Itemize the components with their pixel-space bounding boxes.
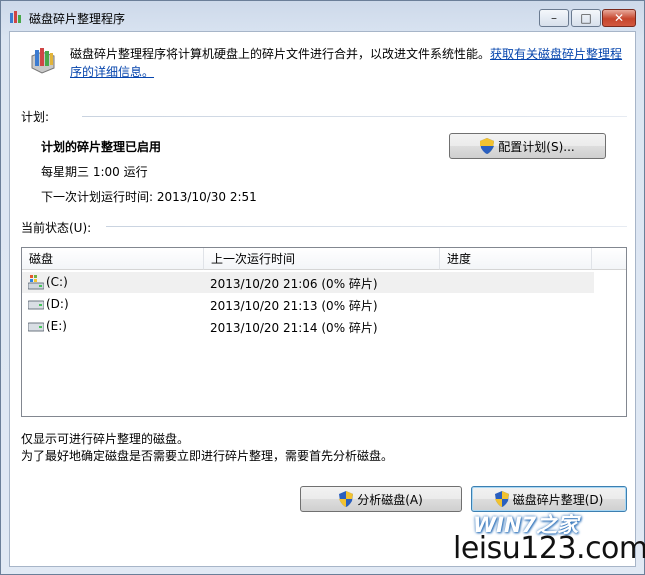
- minimize-button[interactable]: –: [539, 9, 569, 27]
- drive-icon: [28, 322, 44, 332]
- close-button[interactable]: ✕: [602, 9, 636, 27]
- defragment-disk-label: 磁盘碎片整理(D): [512, 492, 604, 507]
- column-header-disk[interactable]: 磁盘: [22, 248, 204, 270]
- configure-schedule-label: 配置计划(S)...: [498, 139, 575, 154]
- main-panel: 磁盘碎片整理程序将计算机硬盘上的碎片文件进行合并，以改进文件系统性能。获取有关磁…: [9, 31, 636, 567]
- title-bar[interactable]: 磁盘碎片整理程序 – □ ✕: [1, 1, 644, 31]
- column-header-last-run[interactable]: 上一次运行时间: [204, 248, 440, 270]
- analyze-disk-button[interactable]: 分析磁盘(A): [300, 486, 462, 512]
- maximize-button[interactable]: □: [571, 9, 601, 27]
- defrag-window: 磁盘碎片整理程序 – □ ✕ 磁盘碎片整理程序将计算机硬盘上的碎片文件进行合并，…: [0, 0, 645, 575]
- column-header-progress[interactable]: 进度: [440, 248, 592, 270]
- uac-shield-icon: [339, 491, 354, 507]
- schedule-status: 计划的碎片整理已启用: [41, 140, 162, 154]
- current-status-label: 当前状态(U):: [21, 221, 92, 235]
- disk-name: (D:): [46, 297, 69, 311]
- disk-row-e[interactable]: (E:) 2013/10/20 21:14 (0% 碎片): [22, 316, 594, 337]
- schedule-next-run: 下一次计划运行时间: 2013/10/30 2:51: [41, 190, 257, 204]
- column-header-filler: [592, 248, 626, 270]
- disk-list[interactable]: 磁盘 上一次运行时间 进度 (C:) 2013/10/20 21:06 (0% …: [21, 247, 627, 417]
- analyze-disk-label: 分析磁盘(A): [357, 492, 423, 507]
- disk-row-c[interactable]: (C:) 2013/10/20 21:06 (0% 碎片): [22, 272, 594, 293]
- drive-icon: [28, 300, 44, 310]
- configure-schedule-button[interactable]: 配置计划(S)...: [449, 133, 606, 159]
- window-title: 磁盘碎片整理程序: [29, 12, 126, 26]
- uac-shield-icon: [494, 491, 509, 507]
- intro-text: 磁盘碎片整理程序将计算机硬盘上的碎片文件进行合并，以改进文件系统性能。获取有关磁…: [70, 45, 625, 81]
- note-eligible-disks: 仅显示可进行碎片整理的磁盘。: [21, 432, 190, 446]
- schedule-frequency: 每星期三 1:00 运行: [41, 165, 148, 179]
- status-divider: [106, 226, 627, 227]
- watermark-site: leisu123.com: [453, 531, 645, 566]
- disk-name: (E:): [46, 319, 67, 333]
- uac-shield-icon: [480, 138, 495, 154]
- disk-row-d[interactable]: (D:) 2013/10/20 21:13 (0% 碎片): [22, 294, 594, 315]
- disk-last-run: 2013/10/20 21:14 (0% 碎片): [210, 321, 378, 335]
- intro-description: 磁盘碎片整理程序将计算机硬盘上的碎片文件进行合并，以改进文件系统性能。: [70, 47, 491, 61]
- system-drive-icon: [28, 275, 44, 290]
- defrag-header-icon: [31, 48, 55, 74]
- disk-name: (C:): [46, 275, 68, 289]
- schedule-divider: [82, 116, 627, 117]
- note-analyze-first: 为了最好地确定磁盘是否需要立即进行碎片整理，需要首先分析磁盘。: [21, 449, 394, 463]
- disk-last-run: 2013/10/20 21:06 (0% 碎片): [210, 277, 378, 291]
- disk-last-run: 2013/10/20 21:13 (0% 碎片): [210, 299, 378, 313]
- schedule-section-label: 计划:: [21, 110, 50, 124]
- defrag-app-icon: [10, 11, 21, 23]
